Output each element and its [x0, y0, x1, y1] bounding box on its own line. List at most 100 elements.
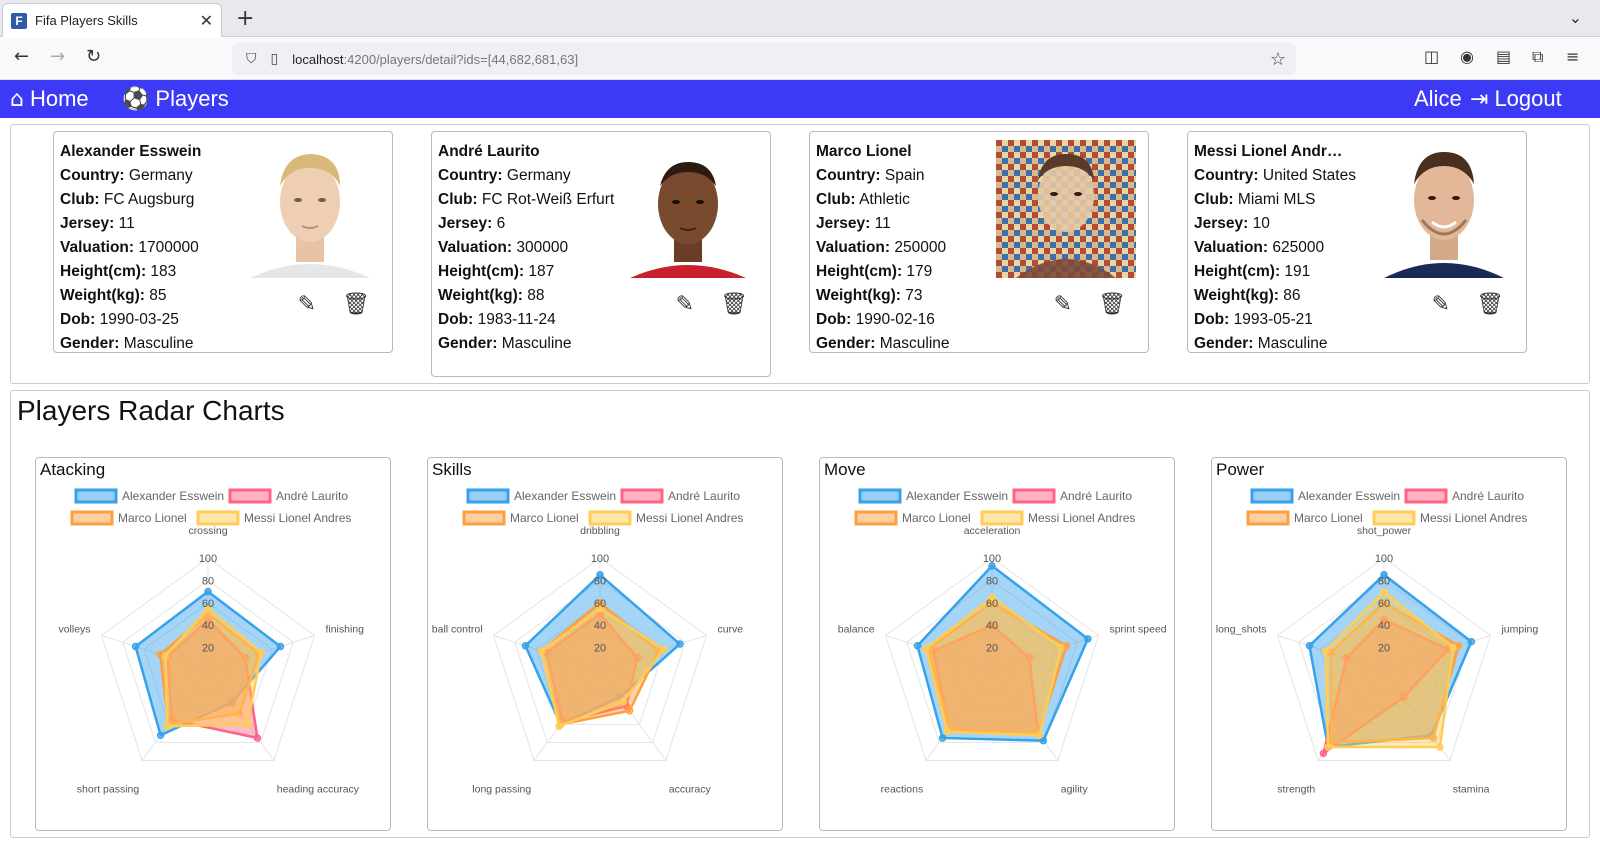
axis-label: short passing [77, 783, 140, 795]
card-actions: ✎ 🗑 [676, 292, 748, 317]
card-actions: ✎ 🗑 [298, 292, 370, 317]
close-tab-icon[interactable]: ✕ [200, 11, 213, 30]
data-point [660, 645, 668, 653]
player-photo [240, 140, 380, 278]
logout-button[interactable]: ⇥ Logout [1470, 86, 1562, 112]
bookmark-star-icon[interactable]: ☆ [1270, 49, 1286, 70]
club-label: Club: [1194, 191, 1234, 208]
pocket-icon[interactable]: ◫ [1424, 47, 1439, 66]
legend-label: Marco Lionel [902, 511, 971, 525]
edit-pencil-icon[interactable]: ✎ [298, 292, 316, 317]
radar-chart-svg: Alexander Esswein André Laurito Marco Lion… [58, 488, 364, 795]
app-favicon-icon: F [11, 12, 27, 29]
dob-label: Dob: [1194, 311, 1230, 328]
tick-label: 20 [1378, 643, 1390, 655]
legend-label: Alexander Esswein [514, 489, 616, 503]
player-dob: 1990-02-16 [855, 311, 935, 328]
reload-icon[interactable]: ↻ [86, 46, 101, 67]
dob-label: Dob: [60, 311, 96, 328]
player-valuation: 250000 [894, 239, 947, 256]
club-label: Club: [438, 191, 478, 208]
data-point [1321, 647, 1330, 655]
page-icon: ▯ [270, 51, 279, 67]
height-label: Height(cm): [1194, 263, 1281, 280]
delete-trash-icon[interactable]: 🗑 [1098, 292, 1126, 317]
club-label: Club: [60, 191, 100, 208]
shield-icon[interactable]: ⛉ [246, 51, 257, 67]
players-label: Players [155, 86, 229, 111]
data-point [1380, 587, 1388, 596]
axis-label: shot_power [1357, 525, 1412, 537]
radar-chart-card: Move Alexander Esswein André Laurito Marco… [819, 457, 1175, 831]
axis-label: finishing [325, 624, 364, 636]
menu-icon[interactable]: ≡ [1566, 47, 1579, 66]
valuation-label: Valuation: [60, 239, 135, 256]
radar-charts-panel: Players Radar Charts Atacking Alexander … [10, 390, 1590, 838]
player-country: Germany [506, 167, 571, 184]
legend-swatch [1246, 510, 1290, 526]
logout-icon: ⇥ [1470, 86, 1489, 112]
gender-label: Gender: [816, 335, 876, 352]
account-icon[interactable]: ◉ [1460, 47, 1474, 66]
edit-pencil-icon[interactable]: ✎ [1432, 292, 1450, 317]
legend-swatch [196, 510, 240, 526]
weight-label: Weight(kg): [438, 287, 523, 304]
legend-label: Alexander Esswein [906, 489, 1008, 503]
data-point [1084, 635, 1092, 643]
player-jersey: 11 [874, 215, 891, 232]
back-icon[interactable]: ← [14, 46, 29, 67]
player-gender: Masculine [501, 335, 572, 352]
country-label: Country: [438, 167, 503, 184]
axis-label: sprint speed [1109, 624, 1166, 636]
legend-label: Alexander Esswein [122, 489, 224, 503]
player-valuation: 625000 [1272, 239, 1325, 256]
new-tab-icon[interactable]: + [236, 6, 254, 31]
player-gender: Masculine [1257, 335, 1328, 352]
tick-label: 40 [1378, 620, 1390, 632]
chevron-down-icon[interactable]: ⌄ [1569, 8, 1582, 27]
delete-trash-icon[interactable]: 🗑 [342, 292, 370, 317]
extensions-icon[interactable]: ⧉ [1532, 47, 1543, 67]
players-panel: Alexander Esswein Country: Germany Club:… [10, 124, 1590, 384]
browser-tab[interactable]: F Fifa Players Skills ✕ [2, 3, 222, 37]
tick-label: 20 [986, 643, 998, 655]
tick-label: 100 [1375, 553, 1393, 565]
delete-trash-icon[interactable]: 🗑 [720, 292, 748, 317]
edit-pencil-icon[interactable]: ✎ [1054, 292, 1072, 317]
data-point [1039, 736, 1048, 745]
container-icon[interactable]: ▤ [1496, 47, 1511, 66]
data-point [257, 648, 266, 657]
jersey-label: Jersey: [60, 215, 115, 232]
data-point [555, 722, 563, 730]
player-name: André Laurito [438, 143, 540, 160]
data-point [276, 642, 285, 651]
data-point [537, 647, 546, 655]
legend-label: André Laurito [276, 489, 348, 503]
axis-label: strength [1277, 783, 1315, 795]
player-name: Messi Lionel Andr… [1194, 143, 1343, 160]
forward-icon[interactable]: → [50, 46, 65, 67]
data-point [161, 652, 170, 660]
delete-trash-icon[interactable]: 🗑 [1476, 292, 1504, 317]
axis-label: volleys [58, 624, 90, 636]
legend-label: Marco Lionel [1294, 511, 1363, 525]
address-bar[interactable]: ⛉ ▯ localhost:4200/players/detail?ids=[4… [232, 43, 1296, 75]
country-label: Country: [816, 167, 881, 184]
url-path: :4200/players/detail?ids=[44,682,681,63] [343, 51, 579, 67]
data-point [131, 642, 140, 651]
player-dob: 1993-05-21 [1233, 311, 1313, 328]
player-card: André Laurito Country: Germany Club: FC … [431, 131, 771, 377]
player-valuation: 300000 [516, 239, 569, 256]
player-country: Spain [884, 167, 925, 184]
legend-label: Messi Lionel Andres [636, 511, 743, 525]
data-point [676, 640, 684, 648]
radar-section-title: Players Radar Charts [17, 395, 285, 426]
home-link[interactable]: ⌂ Home [10, 86, 89, 112]
tick-label: 100 [591, 553, 609, 565]
tick-label: 80 [986, 575, 998, 587]
edit-pencil-icon[interactable]: ✎ [676, 292, 694, 317]
players-link[interactable]: ⚽ Players [122, 86, 229, 112]
legend-label: Messi Lionel Andres [1420, 511, 1527, 525]
legend-label: Alexander Esswein [1298, 489, 1400, 503]
player-card: Messi Lionel Andr… Country: United State… [1187, 131, 1527, 353]
